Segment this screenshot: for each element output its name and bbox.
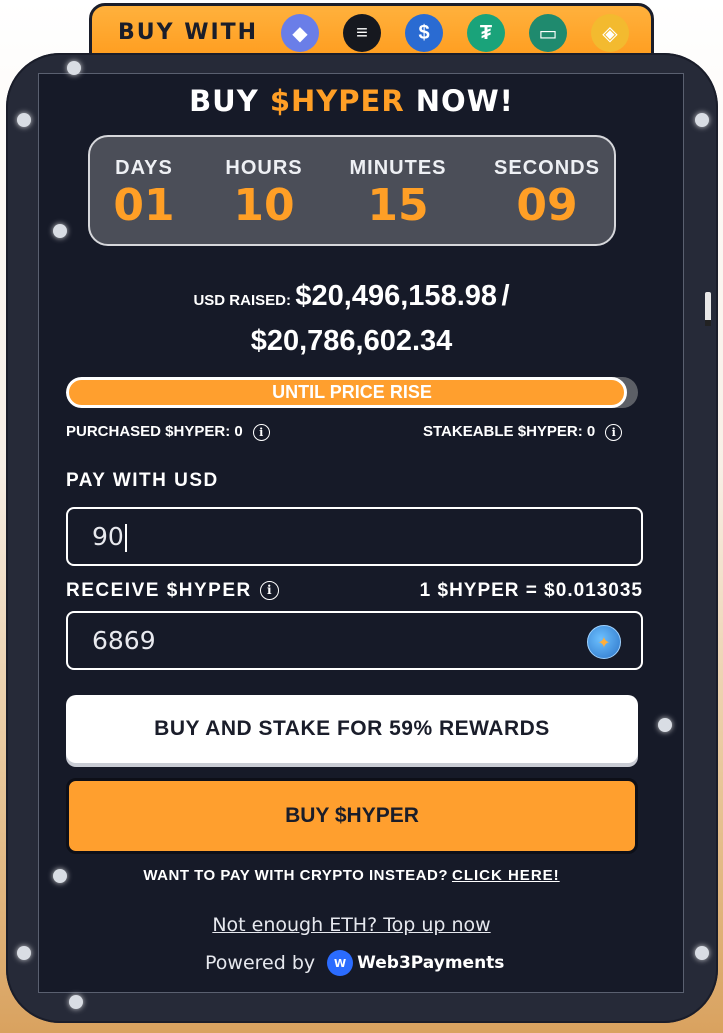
countdown-value: 01: [113, 180, 175, 231]
info-icon[interactable]: i: [259, 581, 279, 601]
crypto-prompt-text: WANT TO PAY WITH CRYPTO INSTEAD?: [143, 867, 448, 884]
purchased-balance: PURCHASED $HYPER: 0 i: [66, 423, 270, 441]
web3payments-logo-icon: W: [327, 950, 354, 976]
purchased-label: PURCHASED $HYPER: 0: [66, 423, 243, 440]
info-icon[interactable]: i: [605, 423, 623, 441]
stakeable-balance: STAKEABLE $HYPER: 0 i: [423, 423, 623, 441]
pay-with-label: PAY WITH USD: [66, 470, 219, 491]
usd-raised-separator: /: [501, 280, 510, 312]
powered-by-text: Powered by: [205, 952, 316, 974]
exchange-rate: 1 $HYPER = $0.013035: [419, 580, 643, 601]
info-icon[interactable]: i: [252, 423, 270, 441]
countdown-value: 15: [367, 180, 429, 231]
countdown-value: 09: [516, 180, 578, 231]
receive-amount-value: 6869: [92, 626, 156, 655]
progress-label: UNTIL PRICE RISE: [272, 382, 432, 402]
web3payments-name: Web3Payments: [357, 953, 505, 973]
pay-amount-input[interactable]: 90: [66, 507, 643, 566]
usd-raised-target: $20,786,602.34: [250, 325, 453, 357]
countdown-label: MINUTES: [349, 157, 447, 179]
hyper-token-icon: ✦: [587, 625, 621, 659]
usd-raised-current: $20,496,158.98: [295, 280, 498, 312]
receive-amount-input[interactable]: 6869 ✦: [66, 611, 643, 670]
countdown-label: SECONDS: [494, 157, 600, 179]
buy-button[interactable]: BUY $HYPER: [66, 778, 638, 854]
price-rise-progress: UNTIL PRICE RISE: [66, 377, 638, 408]
countdown-hours: HOURS 10: [214, 157, 314, 230]
usd-raised: USD RAISED: $20,496,158.98 / $20,786,602…: [0, 276, 703, 366]
crypto-payment-prompt: WANT TO PAY WITH CRYPTO INSTEAD? CLICK HE…: [0, 867, 703, 884]
countdown-value: 10: [233, 180, 295, 231]
usd-raised-label: USD RAISED:: [193, 292, 291, 309]
countdown-label: HOURS: [225, 157, 303, 179]
buy-and-stake-button[interactable]: BUY AND STAKE FOR 59% REWARDS: [66, 695, 638, 763]
countdown-seconds: SECONDS 09: [486, 157, 608, 230]
pay-amount-value: 90: [92, 522, 124, 551]
receive-label-row: RECEIVE $HYPER i: [66, 580, 279, 602]
countdown-days: DAYS 01: [104, 157, 184, 230]
top-up-link[interactable]: Not enough ETH? Top up now: [0, 914, 703, 936]
page-title: BUY $HYPER NOW!: [0, 84, 703, 118]
countdown-label: DAYS: [115, 157, 173, 179]
text-caret: [124, 524, 127, 552]
title-token: $HYPER: [269, 84, 405, 118]
title-text: NOW!: [404, 84, 514, 118]
receive-label: RECEIVE $HYPER: [66, 580, 252, 601]
click-here-link[interactable]: CLICK HERE!: [452, 867, 560, 884]
powered-by: Powered by W Web3Payments: [205, 950, 504, 976]
countdown-timer: DAYS 01 HOURS 10 MINUTES 15 SECONDS 09: [88, 135, 616, 246]
title-text: BUY: [189, 84, 270, 118]
stakeable-label: STAKEABLE $HYPER: 0: [423, 423, 596, 440]
countdown-minutes: MINUTES 15: [336, 157, 460, 230]
